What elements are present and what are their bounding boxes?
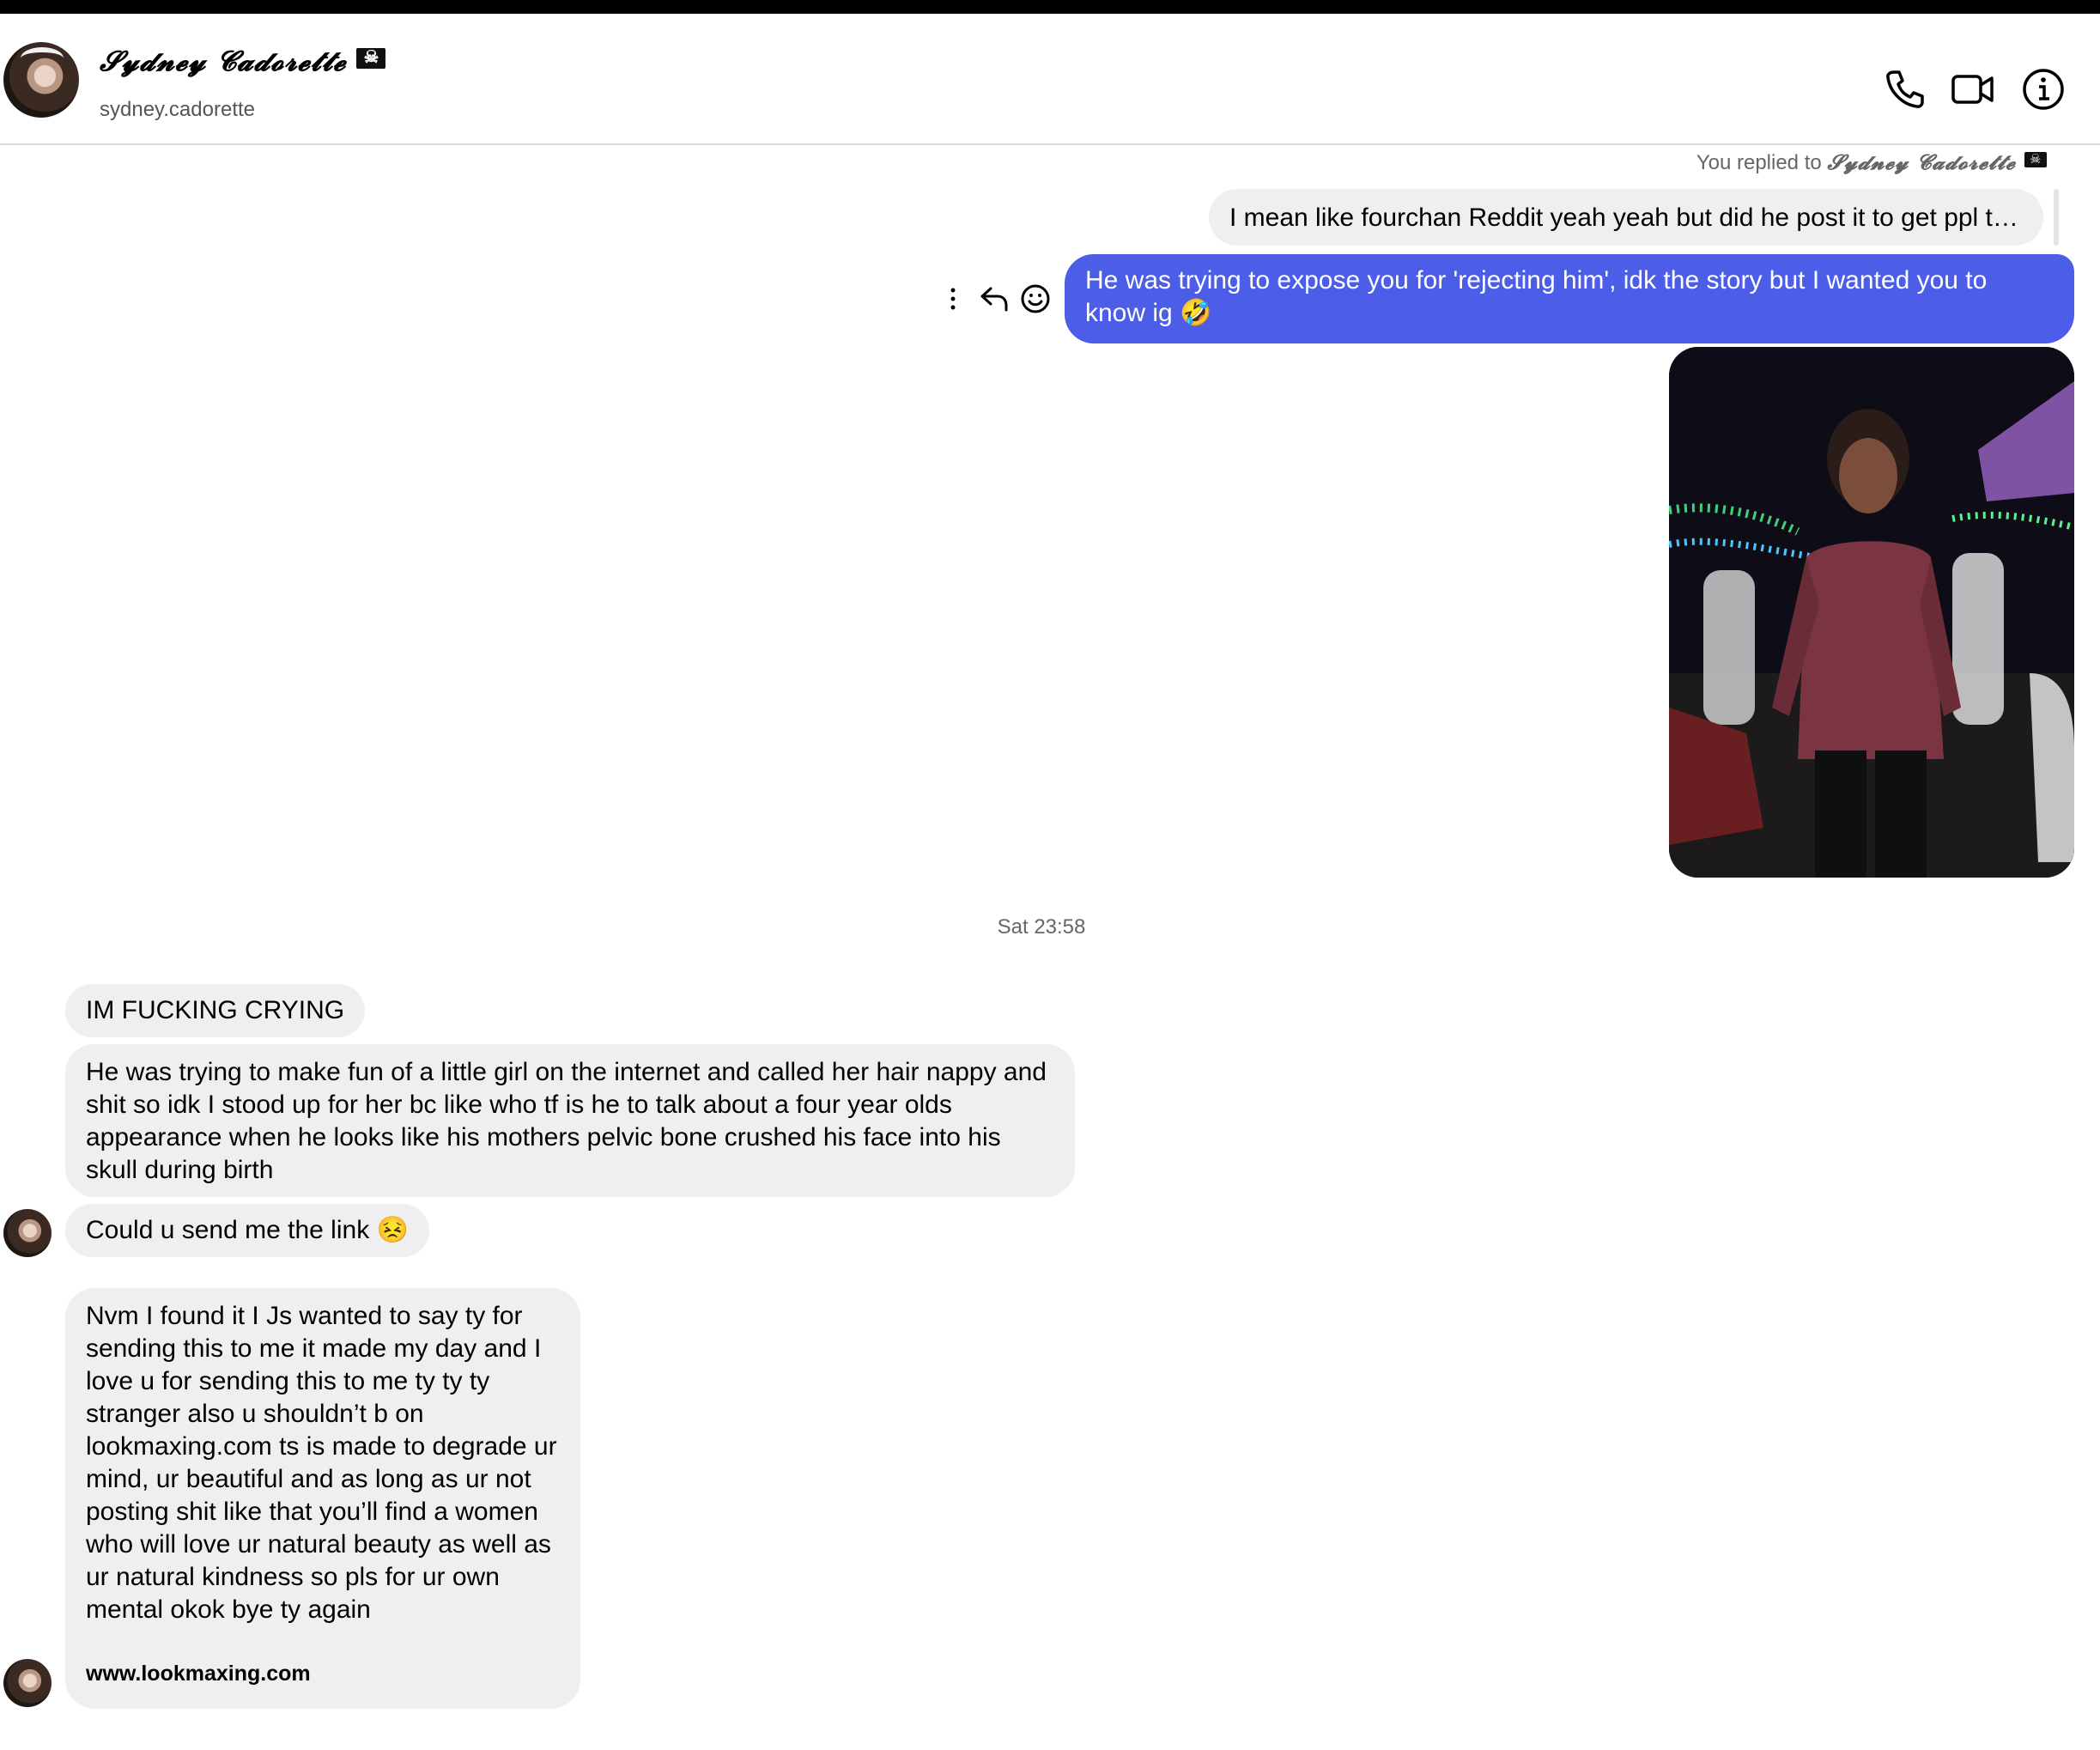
reply-icon[interactable] [979,283,1010,314]
quoted-message[interactable]: I mean like fourchan Reddit yeah yeah bu… [1209,189,2043,246]
received-message[interactable]: He was trying to make fun of a little gi… [65,1044,1075,1197]
pirate-flag-icon [2024,151,2047,167]
sent-message[interactable]: He was trying to expose you for 'rejecti… [1065,254,2074,343]
contact-name[interactable]: 𝓢𝔂𝓭𝓷𝓮𝔂 𝓒𝓪𝓭𝓸𝓻𝓮𝓽𝓽𝓮 [100,45,386,78]
contact-avatar-small[interactable] [3,1209,52,1257]
received-message-text: Nvm I found it I Js wanted to say ty for… [86,1302,557,1624]
timestamp-divider: Sat 23:58 [997,915,1086,939]
more-options-icon[interactable] [943,282,963,316]
received-message-with-link[interactable]: Nvm I found it I Js wanted to say ty for… [65,1288,580,1709]
contact-avatar[interactable] [3,42,79,118]
contact-avatar-small[interactable] [3,1659,52,1707]
reply-context-name: 𝓢𝔂𝓭𝓷𝓮𝔂 𝓒𝓪𝓭𝓸𝓻𝓮𝓽𝓽𝓮 [1827,149,2016,174]
reply-indicator-line [2054,189,2059,246]
pirate-flag-icon [356,46,386,69]
received-message[interactable]: IM FUCKING CRYING [65,984,366,1037]
reply-context-prefix: You replied to [1696,151,1822,174]
received-message[interactable]: Could u send me the link 😣 [65,1204,429,1257]
reply-context-label: You replied to 𝓢𝔂𝓭𝓷𝓮𝔂 𝓒𝓪𝓭𝓸𝓻𝓮𝓽𝓽𝓮 [1696,149,2047,175]
info-icon[interactable] [2021,67,2066,112]
react-emoji-icon[interactable] [1020,283,1051,314]
sent-photo[interactable] [1669,347,2074,878]
chat-header: 𝓢𝔂𝓭𝓷𝓮𝔂 𝓒𝓪𝓭𝓸𝓻𝓮𝓽𝓽𝓮 sydney.cadorette [0,14,2100,145]
contact-name-text: 𝓢𝔂𝓭𝓷𝓮𝔂 𝓒𝓪𝓭𝓸𝓻𝓮𝓽𝓽𝓮 [100,45,347,77]
video-call-icon[interactable] [1951,67,1995,112]
message-link[interactable]: www.lookmaxing.com [86,1657,560,1690]
photo-content [1669,347,2074,878]
window-top-bar [0,0,2100,14]
message-actions [943,282,1054,316]
contact-username: sydney.cadorette [100,98,255,121]
phone-icon[interactable] [1882,67,1927,112]
